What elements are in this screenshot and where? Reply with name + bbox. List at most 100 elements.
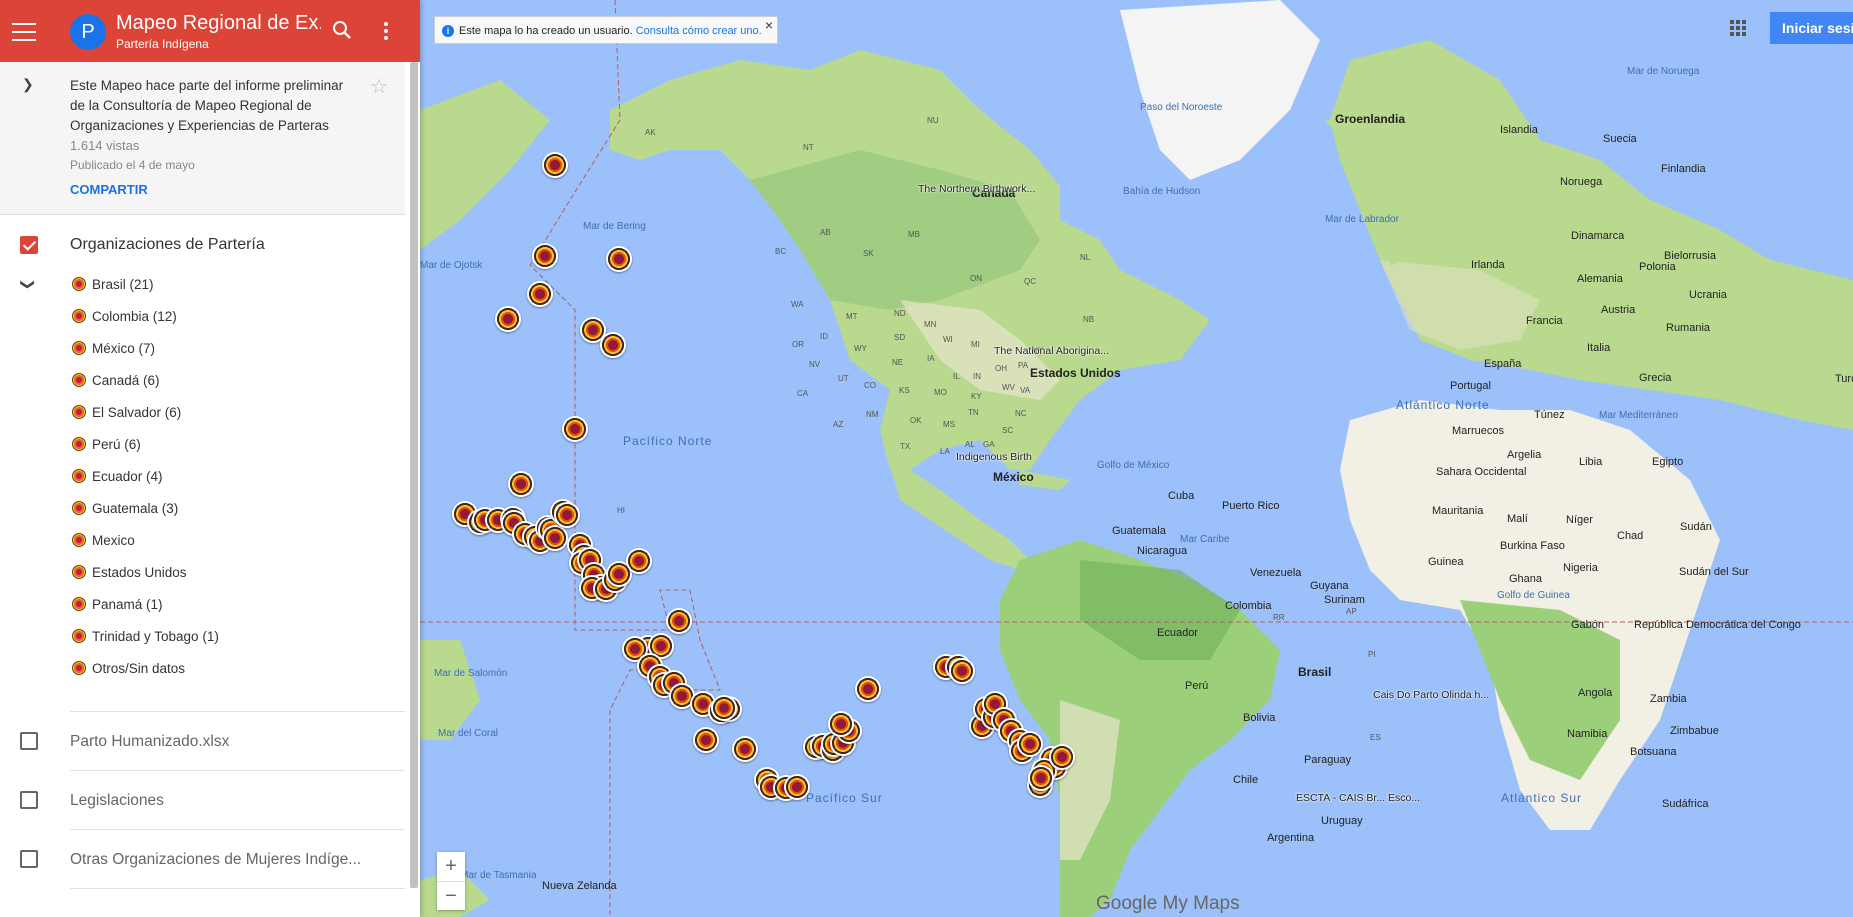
layer-title-otras[interactable]: Otras Organizaciones de Mujeres Indíge..… <box>70 851 361 869</box>
region-label: AZ <box>833 420 844 429</box>
map-marker[interactable] <box>828 711 854 737</box>
category-item[interactable]: Panamá (1) <box>72 595 163 615</box>
info-icon: i <box>442 25 454 37</box>
signin-button[interactable]: Iniciar sesión <box>1770 12 1853 44</box>
category-item[interactable]: Brasil (21) <box>72 275 154 295</box>
category-item[interactable]: El Salvador (6) <box>72 403 181 423</box>
place-label: Uruguay <box>1321 815 1363 827</box>
place-label: Libia <box>1579 456 1603 468</box>
map-marker[interactable] <box>711 695 737 721</box>
region-label: IL <box>953 372 960 381</box>
map-marker[interactable] <box>606 246 632 272</box>
category-item[interactable]: Guatemala (3) <box>72 499 178 519</box>
map-marker[interactable] <box>562 416 588 442</box>
star-icon[interactable]: ☆ <box>370 74 388 99</box>
region-label: OK <box>910 416 922 425</box>
map-marker[interactable] <box>855 676 881 702</box>
region-label: KY <box>971 392 982 401</box>
region-label: BC <box>775 247 787 256</box>
published-date: Publicado el 4 de mayo <box>70 158 195 172</box>
layer-divider <box>70 829 405 830</box>
map-marker[interactable] <box>626 548 652 574</box>
category-item[interactable]: Canadá (6) <box>72 371 160 391</box>
place-label: Zimbabue <box>1670 725 1719 737</box>
map-marker[interactable] <box>1049 744 1075 770</box>
region-label: NC <box>1015 409 1027 418</box>
close-icon[interactable]: × <box>765 11 773 39</box>
region-label: ES <box>1370 733 1381 742</box>
region-label: SC <box>1002 426 1014 435</box>
search-icon[interactable] <box>330 18 354 42</box>
map-marker[interactable] <box>784 774 810 800</box>
map-marker[interactable] <box>554 502 580 528</box>
sea-label: Bahía de Hudson <box>1123 186 1201 197</box>
zoom-in-button[interactable]: + <box>437 852 465 882</box>
category-item[interactable]: Mexico <box>72 531 135 551</box>
place-label: Perú <box>1185 680 1209 692</box>
map-subtitle: Partería Indígena <box>116 37 209 51</box>
category-item[interactable]: Trinidad y Tobago (1) <box>72 627 219 647</box>
sidebar: P Mapeo Regional de Ex... Partería Indíg… <box>0 0 420 917</box>
marker-label: ESCTA - CAIS Br... Esco... <box>1296 792 1421 804</box>
more-vert-icon[interactable] <box>382 20 390 42</box>
share-button[interactable]: COMPARTIR <box>70 182 148 197</box>
menu-icon[interactable] <box>10 17 38 45</box>
place-label: Austria <box>1601 304 1636 316</box>
layer-title-parto[interactable]: Parto Humanizado.xlsx <box>70 733 229 751</box>
layer-title-organizaciones[interactable]: Organizaciones de Partería <box>70 236 265 254</box>
notice-text: Este mapa lo ha creado un usuario. <box>459 25 633 37</box>
map-marker[interactable] <box>495 306 521 332</box>
place-label: Groenlandia <box>1335 112 1406 126</box>
zoom-out-button[interactable]: − <box>437 882 465 911</box>
map-marker[interactable] <box>1028 765 1054 791</box>
map-avatar[interactable]: P <box>70 14 106 50</box>
marker-icon <box>72 565 86 579</box>
sidebar-scrollbar[interactable] <box>410 62 418 888</box>
sea-label: Mar de Ojotsk <box>420 260 483 271</box>
category-item[interactable]: México (7) <box>72 339 155 359</box>
region-label: MO <box>934 388 947 397</box>
sea-label: Mar de Noruega <box>1627 66 1700 77</box>
category-item[interactable]: Estados Unidos <box>72 563 187 583</box>
map-marker[interactable] <box>666 608 692 634</box>
map-marker[interactable] <box>508 471 534 497</box>
apps-grid-icon[interactable] <box>1730 20 1746 36</box>
category-item[interactable]: Perú (6) <box>72 435 141 455</box>
map-marker[interactable] <box>532 243 558 269</box>
map-canvas[interactable]: Groenlandia Islandia Canadá Estados Unidos M… <box>420 0 1853 917</box>
region-label: NL <box>1080 253 1091 262</box>
category-label: Panamá (1) <box>92 597 163 612</box>
ocean-label: Atlántico Norte <box>1396 398 1490 412</box>
place-label: Brasil <box>1298 665 1332 679</box>
user-map-notice: i Este mapa lo ha creado un usuario. Con… <box>434 16 778 44</box>
map-marker[interactable] <box>600 332 626 358</box>
region-label: WY <box>854 344 867 353</box>
category-item[interactable]: Ecuador (4) <box>72 467 163 487</box>
category-collapse-icon[interactable]: ❯ <box>19 279 36 291</box>
place-label: Dinamarca <box>1571 230 1625 242</box>
map-marker[interactable] <box>949 658 975 684</box>
place-label: Sahara Occidental <box>1436 466 1527 478</box>
region-label: NT <box>803 143 814 152</box>
map-marker[interactable] <box>542 152 568 178</box>
layer-title-legislaciones[interactable]: Legislaciones <box>70 792 164 810</box>
map-marker[interactable] <box>693 727 719 753</box>
place-label: Italia <box>1587 342 1611 354</box>
collapse-chevron-icon[interactable]: ❯ <box>22 76 34 93</box>
map-marker[interactable] <box>542 525 568 551</box>
category-label: México (7) <box>92 341 156 356</box>
category-label: Trinidad y Tobago (1) <box>92 629 219 644</box>
layer-checkbox-parto[interactable] <box>20 732 38 750</box>
place-label: Mauritania <box>1432 505 1484 517</box>
layer-checkbox-otras[interactable] <box>20 850 38 868</box>
category-item[interactable]: Colombia (12) <box>72 307 177 327</box>
sea-label: Golfo de Guinea <box>1497 590 1570 601</box>
marker-label: The Northern Birthwork... <box>918 183 1036 195</box>
map-marker[interactable] <box>527 281 553 307</box>
layer-checkbox-legislaciones[interactable] <box>20 791 38 809</box>
layer-checkbox-organizaciones[interactable] <box>20 236 38 254</box>
place-label: Sudáfrica <box>1662 798 1709 810</box>
map-marker[interactable] <box>732 736 758 762</box>
category-item[interactable]: Otros/Sin datos <box>72 659 185 679</box>
notice-link[interactable]: Consulta cómo crear uno. <box>636 25 762 37</box>
